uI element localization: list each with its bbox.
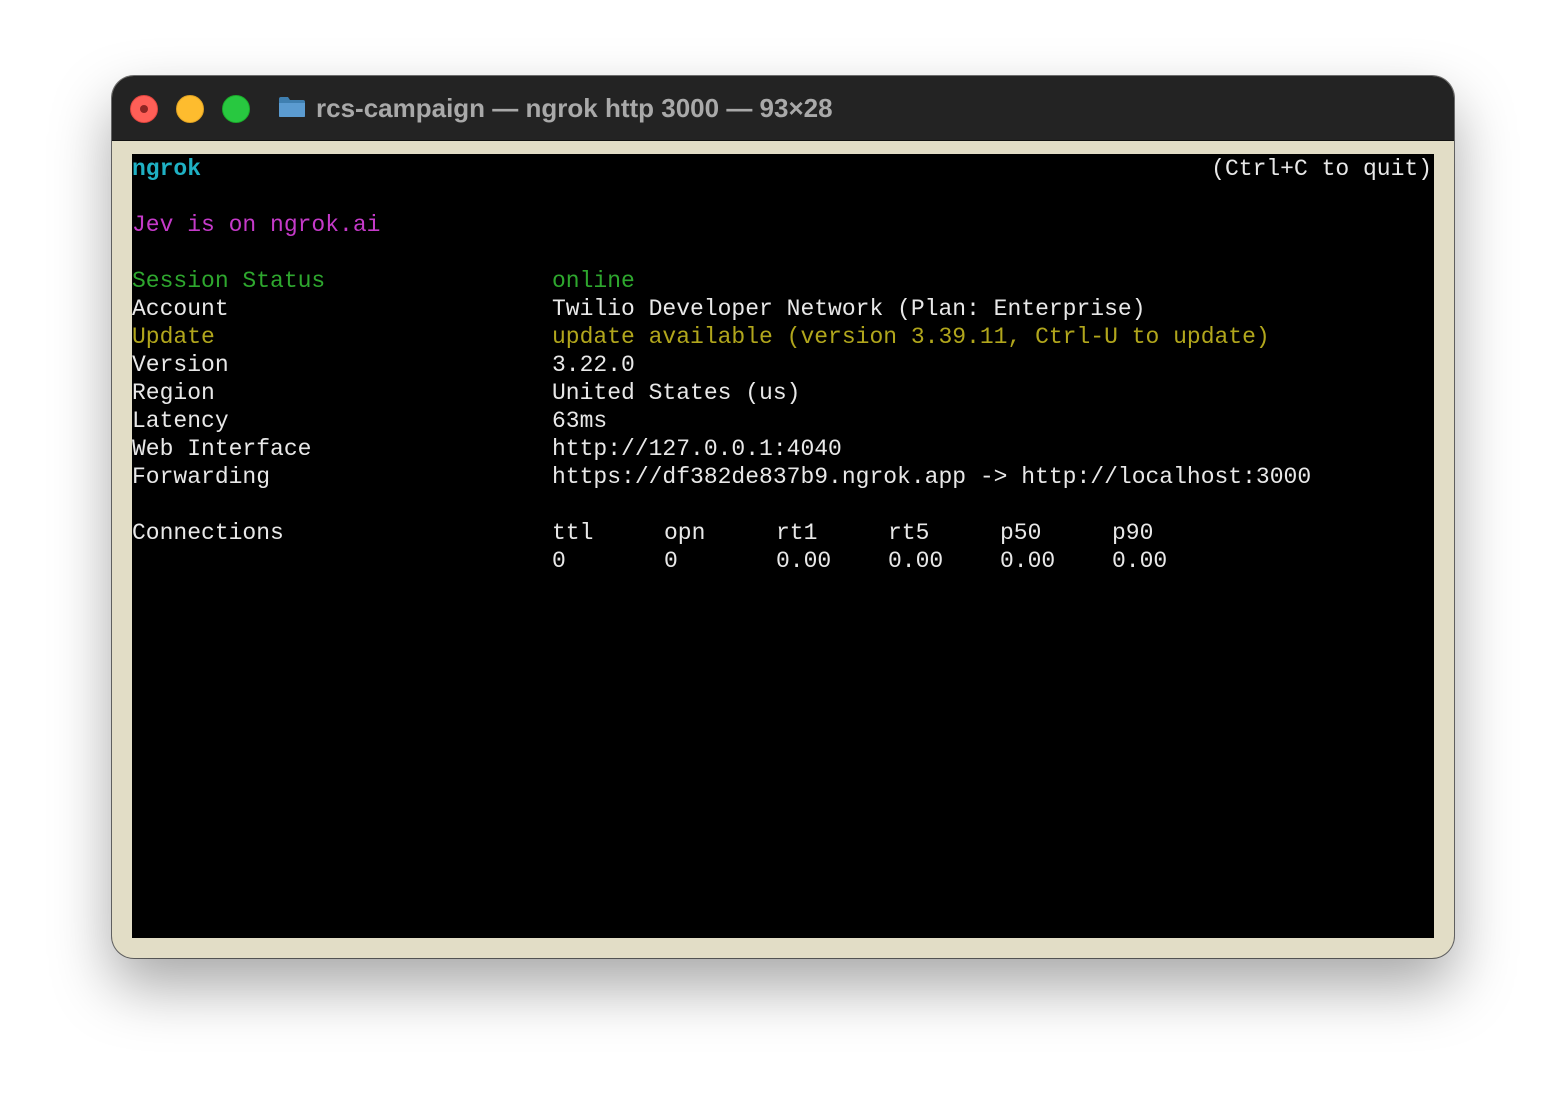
connections-value-rt1: 0.00 <box>776 548 832 574</box>
terminal-window: rcs-campaign — ngrok http 3000 — 93×28 n… <box>112 76 1454 958</box>
status-value: https://df382de837b9.ngrok.app -> http:/… <box>552 464 1312 490</box>
connections-value-rt5: 0.00 <box>888 548 944 574</box>
status-label: Forwarding <box>132 464 271 490</box>
window-title: rcs-campaign — ngrok http 3000 — 93×28 <box>316 93 833 123</box>
status-label: Update <box>132 324 215 350</box>
connections-header-opn: opn <box>664 520 706 546</box>
connections-header-rt1: rt1 <box>776 520 818 546</box>
connections-value-p50: 0.00 <box>1000 548 1056 574</box>
close-button[interactable] <box>130 95 158 123</box>
terminal-content[interactable]: ngrok (Ctrl+C to quit) Jev is on ngrok.a… <box>132 154 1434 938</box>
connections-header-rt5: rt5 <box>888 520 930 546</box>
status-value: 3.22.0 <box>552 352 635 378</box>
connections-label: Connections <box>132 520 284 546</box>
status-value: online <box>552 268 635 294</box>
connections-value-p90: 0.00 <box>1112 548 1168 574</box>
status-value: update available (version 3.39.11, Ctrl-… <box>552 324 1270 350</box>
title-bar[interactable]: rcs-campaign — ngrok http 3000 — 93×28 <box>112 76 1454 141</box>
app-name: ngrok <box>132 156 202 182</box>
connections-header-ttl: ttl <box>552 520 594 546</box>
quit-hint: (Ctrl+C to quit) <box>1211 156 1432 182</box>
connections-header-p90: p90 <box>1112 520 1154 546</box>
status-label: Web Interface <box>132 436 312 462</box>
zoom-button[interactable] <box>222 95 250 123</box>
status-value: United States (us) <box>552 380 801 406</box>
status-value: 63ms <box>552 408 608 434</box>
status-label: Latency <box>132 408 229 434</box>
status-label: Session Status <box>132 268 326 294</box>
folder-icon <box>279 97 305 117</box>
status-value: Twilio Developer Network (Plan: Enterpri… <box>552 296 1146 322</box>
connections-header-p50: p50 <box>1000 520 1042 546</box>
status-label: Version <box>132 352 229 378</box>
status-value: http://127.0.0.1:4040 <box>552 436 842 462</box>
connections-value-opn: 0 <box>664 548 678 574</box>
status-label: Region <box>132 380 215 406</box>
banner-text: Jev is on ngrok.ai <box>132 212 381 238</box>
status-label: Account <box>132 296 229 322</box>
connections-value-ttl: 0 <box>552 548 566 574</box>
minimize-button[interactable] <box>176 95 204 123</box>
